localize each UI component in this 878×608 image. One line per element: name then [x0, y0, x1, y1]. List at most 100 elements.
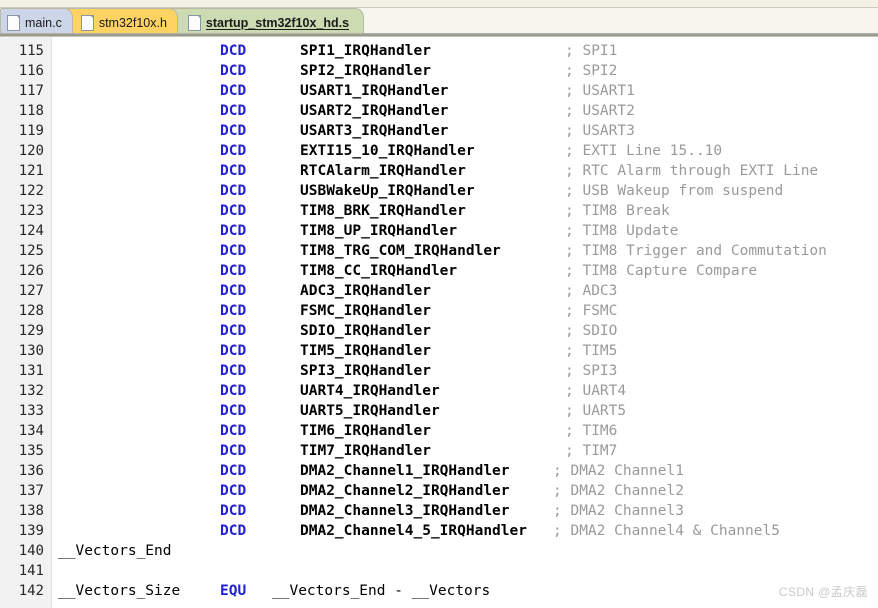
editor-tab-bar: main.c stm32f10x.h startup_stm32f10x_hd.…: [0, 0, 878, 37]
handler-identifier: TIM6_IRQHandler: [300, 423, 431, 439]
code-comment: ; DMA2 Channel2: [553, 483, 684, 499]
handler-identifier: EXTI15_10_IRQHandler: [300, 143, 475, 159]
code-comment: ; SPI2: [565, 63, 618, 79]
code-line[interactable]: 119 DCD USART3_IRQHandler ; USART3: [0, 121, 878, 141]
code-editor[interactable]: 115 DCD SPI1_IRQHandler ; SPI1 116 DCD SPI2_IR…: [0, 37, 878, 608]
line-number: 133: [18, 403, 44, 419]
handler-identifier: DMA2_Channel2_IRQHandler: [300, 483, 510, 499]
symbol-label: __Vectors_Size: [58, 583, 181, 599]
line-number: 136: [18, 463, 44, 479]
line-number: 128: [18, 303, 44, 319]
line-number: 137: [18, 483, 44, 499]
line-number: 116: [18, 63, 44, 79]
code-comment: ; TIM8 Break: [565, 203, 670, 219]
handler-identifier: DMA2_Channel3_IRQHandler: [300, 503, 510, 519]
code-line[interactable]: 122 DCD USBWakeUp_IRQHandler ; USB Wakeup f…: [0, 181, 878, 201]
assembler-directive: DCD: [220, 163, 247, 179]
tab-startup-stm32f10x-hd-s[interactable]: startup_stm32f10x_hd.s: [168, 8, 365, 36]
tab-stm32f10x-h[interactable]: stm32f10x.h: [63, 8, 178, 36]
code-line[interactable]: 142 __Vectors_Size EQU __Vectors_End - __Ve…: [0, 581, 878, 601]
code-comment: ; DMA2 Channel3: [553, 503, 684, 519]
handler-identifier: TIM8_CC_IRQHandler: [300, 263, 458, 279]
assembler-directive: DCD: [220, 403, 247, 419]
code-line[interactable]: 117 DCD USART1_IRQHandler ; USART1: [0, 81, 878, 101]
handler-identifier: RTCAlarm_IRQHandler: [300, 163, 466, 179]
line-number: 125: [18, 243, 44, 259]
code-line[interactable]: 132 DCD UART4_IRQHandler ; UART4: [0, 381, 878, 401]
code-line[interactable]: 127 DCD ADC3_IRQHandler ; ADC3: [0, 281, 878, 301]
code-line[interactable]: 134 DCD TIM6_IRQHandler ; TIM6: [0, 421, 878, 441]
assembler-directive: DCD: [220, 43, 247, 59]
assembler-directive: DCD: [220, 303, 247, 319]
handler-identifier: USART2_IRQHandler: [300, 103, 449, 119]
handler-identifier: TIM7_IRQHandler: [300, 443, 431, 459]
line-number: 122: [18, 183, 44, 199]
assembler-directive: DCD: [220, 423, 247, 439]
code-comment: ; TIM6: [565, 423, 618, 439]
handler-identifier: UART4_IRQHandler: [300, 383, 440, 399]
line-number: 119: [18, 123, 44, 139]
file-icon: [80, 14, 94, 31]
code-line[interactable]: 118 DCD USART2_IRQHandler ; USART2: [0, 101, 878, 121]
assembler-directive: EQU: [220, 583, 247, 599]
code-line[interactable]: 135 DCD TIM7_IRQHandler ; TIM7: [0, 441, 878, 461]
code-line[interactable]: 139 DCD DMA2_Channel4_5_IRQHandler ; DMA2 C…: [0, 521, 878, 541]
code-comment: ; USART2: [565, 103, 635, 119]
code-line[interactable]: 116 DCD SPI2_IRQHandler ; SPI2: [0, 61, 878, 81]
handler-identifier: TIM8_UP_IRQHandler: [300, 223, 458, 239]
assembler-directive: DCD: [220, 83, 247, 99]
line-number: 117: [18, 83, 44, 99]
handler-identifier: UART5_IRQHandler: [300, 403, 440, 419]
code-comment: ; UART5: [565, 403, 627, 419]
code-comment: ; ADC3: [565, 283, 618, 299]
code-line[interactable]: 130 DCD TIM5_IRQHandler ; TIM5: [0, 341, 878, 361]
line-number: 115: [18, 43, 44, 59]
code-comment: ; SPI1: [565, 43, 618, 59]
tab-label: startup_stm32f10x_hd.s: [205, 15, 350, 30]
expression: __Vectors_End - __Vectors: [272, 583, 491, 599]
handler-identifier: TIM8_TRG_COM_IRQHandler: [300, 243, 501, 259]
code-comment: ; FSMC: [565, 303, 618, 319]
code-comment: ; TIM5: [565, 343, 618, 359]
assembler-directive: DCD: [220, 103, 247, 119]
tab-label: stm32f10x.h: [98, 15, 167, 30]
code-line[interactable]: 121 DCD RTCAlarm_IRQHandler ; RTC Alarm thr…: [0, 161, 878, 181]
tab-main-c[interactable]: main.c: [0, 8, 73, 36]
code-line[interactable]: 140 __Vectors_End: [0, 541, 878, 561]
code-comment: ; EXTI Line 15..10: [565, 143, 723, 159]
code-text-area[interactable]: 115 DCD SPI1_IRQHandler ; SPI1 116 DCD SPI2_IR…: [0, 37, 878, 608]
assembler-directive: DCD: [220, 203, 247, 219]
line-number: 142: [18, 583, 44, 599]
handler-identifier: USART1_IRQHandler: [300, 83, 449, 99]
code-line[interactable]: 131 DCD SPI3_IRQHandler ; SPI3: [0, 361, 878, 381]
code-line[interactable]: 126 DCD TIM8_CC_IRQHandler ; TIM8 Capture C…: [0, 261, 878, 281]
assembler-directive: DCD: [220, 523, 247, 539]
handler-identifier: FSMC_IRQHandler: [300, 303, 431, 319]
code-line[interactable]: 138 DCD DMA2_Channel3_IRQHandler ; DMA2 Cha…: [0, 501, 878, 521]
line-number: 118: [18, 103, 44, 119]
line-number: 131: [18, 363, 44, 379]
line-number: 130: [18, 343, 44, 359]
assembler-directive: DCD: [220, 443, 247, 459]
handler-identifier: SPI2_IRQHandler: [300, 63, 431, 79]
code-comment: ; DMA2 Channel1: [553, 463, 684, 479]
code-line[interactable]: 141: [0, 561, 878, 581]
code-line[interactable]: 120 DCD EXTI15_10_IRQHandler ; EXTI Line 15…: [0, 141, 878, 161]
assembler-directive: DCD: [220, 63, 247, 79]
handler-identifier: DMA2_Channel1_IRQHandler: [300, 463, 510, 479]
assembler-directive: DCD: [220, 463, 247, 479]
code-line[interactable]: 129 DCD SDIO_IRQHandler ; SDIO: [0, 321, 878, 341]
line-number: 135: [18, 443, 44, 459]
code-line[interactable]: 136 DCD DMA2_Channel1_IRQHandler ; DMA2 Cha…: [0, 461, 878, 481]
code-comment: ; RTC Alarm through EXTI Line: [565, 163, 819, 179]
code-line[interactable]: 128 DCD FSMC_IRQHandler ; FSMC: [0, 301, 878, 321]
tab-bar-divider: [0, 33, 878, 36]
code-line[interactable]: 133 DCD UART5_IRQHandler ; UART5: [0, 401, 878, 421]
code-line[interactable]: 125 DCD TIM8_TRG_COM_IRQHandler ; TIM8 Trig…: [0, 241, 878, 261]
code-line[interactable]: 115 DCD SPI1_IRQHandler ; SPI1: [0, 41, 878, 61]
code-line[interactable]: 124 DCD TIM8_UP_IRQHandler ; TIM8 Update: [0, 221, 878, 241]
line-number: 140: [18, 543, 44, 559]
code-comment: ; USART1: [565, 83, 635, 99]
code-line[interactable]: 123 DCD TIM8_BRK_IRQHandler ; TIM8 Break: [0, 201, 878, 221]
code-line[interactable]: 137 DCD DMA2_Channel2_IRQHandler ; DMA2 Cha…: [0, 481, 878, 501]
